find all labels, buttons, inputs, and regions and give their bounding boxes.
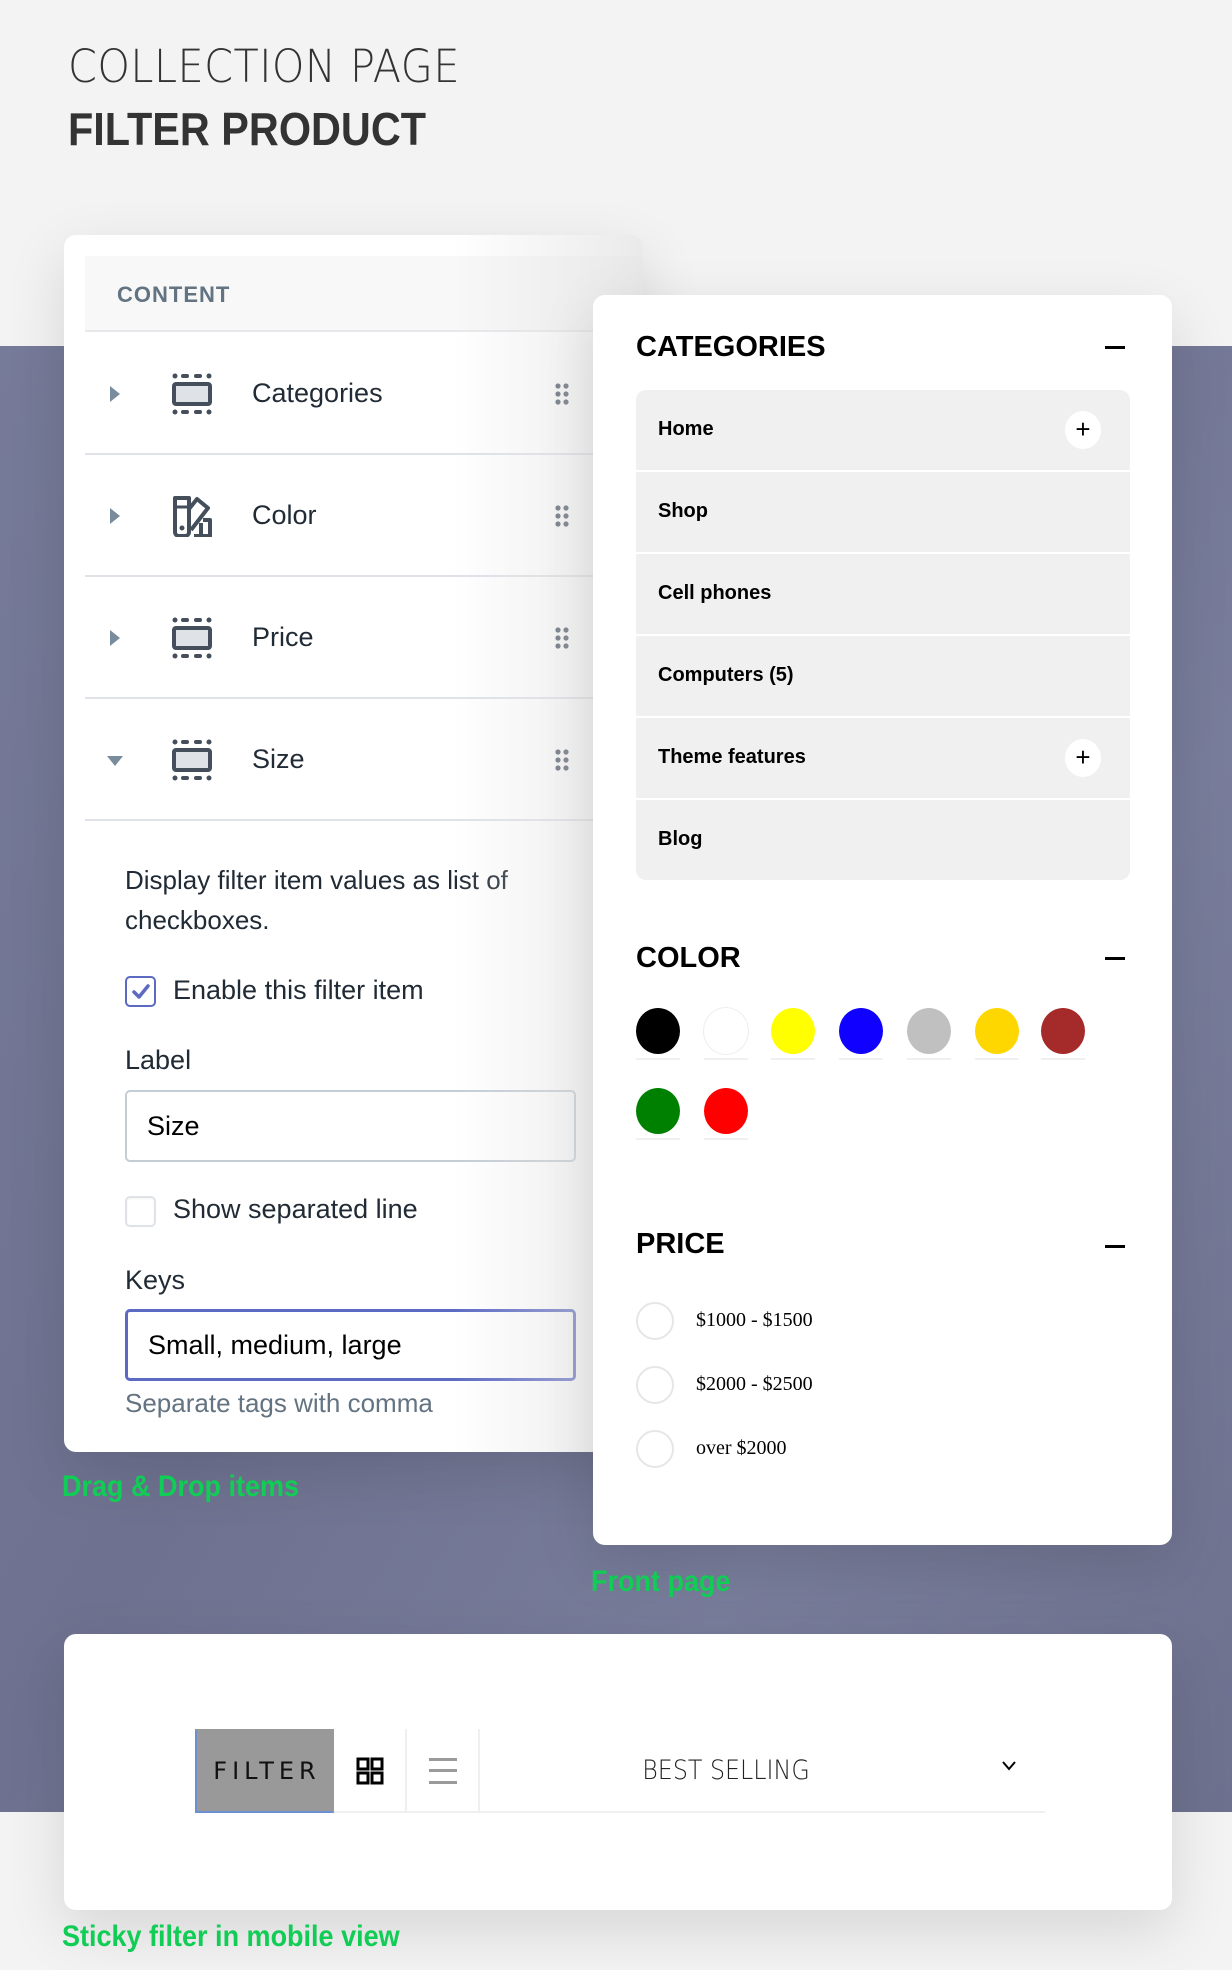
category-name: Shop bbox=[658, 500, 708, 522]
price-option-label: $2000 - $2500 bbox=[696, 1373, 813, 1395]
chevron-down-icon bbox=[1002, 1761, 1016, 1771]
checkmark-icon bbox=[132, 984, 150, 999]
color-swatch-blue[interactable] bbox=[839, 1008, 883, 1054]
list-view-button[interactable] bbox=[407, 1729, 480, 1813]
enable-filter-checkbox[interactable] bbox=[125, 976, 156, 1007]
category-name: Cell phones bbox=[658, 582, 772, 604]
page-title-bold: FILTER PRODUCT bbox=[68, 103, 427, 155]
content-section-label: CONTENT bbox=[117, 282, 231, 307]
swatch-underline bbox=[975, 1058, 1019, 1060]
section-block-icon bbox=[172, 617, 212, 659]
color-swatch-gold[interactable] bbox=[975, 1008, 1019, 1054]
drag-drop-caption: Drag & Drop items bbox=[62, 1470, 300, 1503]
list-view-icon bbox=[429, 1758, 457, 1784]
swatch-underline bbox=[704, 1058, 748, 1060]
category-name: Theme features bbox=[658, 746, 806, 768]
sort-selected-value: BEST SELLING bbox=[642, 1755, 810, 1786]
filter-item-color[interactable]: Color bbox=[85, 455, 643, 577]
page-title-light: COLLECTION PAGE bbox=[68, 40, 460, 93]
section-block-icon bbox=[172, 373, 212, 415]
category-item-shop[interactable]: Shop bbox=[636, 472, 1130, 552]
swatch-underline bbox=[907, 1058, 951, 1060]
caret-right-icon[interactable] bbox=[110, 508, 120, 524]
color-title: COLOR bbox=[636, 942, 741, 974]
separated-line-checkbox[interactable] bbox=[125, 1196, 156, 1227]
swatch-underline bbox=[636, 1138, 680, 1140]
grid-view-icon bbox=[356, 1757, 384, 1785]
filter-item-size[interactable]: Size bbox=[85, 699, 643, 821]
enable-filter-label[interactable]: Enable this filter item bbox=[173, 975, 424, 1006]
expand-plus-icon[interactable]: + bbox=[1065, 739, 1101, 777]
caret-right-icon[interactable] bbox=[110, 630, 120, 646]
caret-down-icon[interactable] bbox=[107, 756, 123, 766]
price-option-label: $1000 - $1500 bbox=[696, 1309, 813, 1331]
color-swatch-red[interactable] bbox=[704, 1088, 748, 1134]
collapse-categories-icon[interactable] bbox=[1105, 346, 1125, 349]
filter-item-label: Color bbox=[252, 500, 317, 530]
drag-handle-icon[interactable] bbox=[555, 627, 569, 649]
swatch-underline bbox=[771, 1058, 815, 1060]
keys-input[interactable] bbox=[125, 1309, 576, 1381]
category-item-cell-phones[interactable]: Cell phones bbox=[636, 554, 1130, 634]
swatch-underline bbox=[704, 1138, 748, 1140]
price-title: PRICE bbox=[636, 1228, 725, 1260]
color-swatch-silver[interactable] bbox=[907, 1008, 951, 1054]
radio-button[interactable] bbox=[636, 1430, 674, 1468]
caret-right-icon[interactable] bbox=[110, 386, 120, 402]
color-palette-icon bbox=[173, 496, 212, 537]
color-swatch-green[interactable] bbox=[636, 1088, 680, 1134]
swatch-underline bbox=[1041, 1058, 1085, 1060]
swatch-underline bbox=[839, 1058, 883, 1060]
price-option-label: over $2000 bbox=[696, 1437, 787, 1459]
content-section-header: CONTENT bbox=[85, 256, 643, 332]
label-field-label: Label bbox=[125, 1045, 192, 1075]
collapse-color-icon[interactable] bbox=[1105, 957, 1125, 960]
color-swatch-white[interactable] bbox=[704, 1008, 748, 1054]
drag-handle-icon[interactable] bbox=[555, 749, 569, 771]
category-name: Home bbox=[658, 418, 714, 440]
keys-field-label: Keys bbox=[125, 1265, 186, 1295]
color-swatch-brown[interactable] bbox=[1041, 1008, 1085, 1054]
separated-line-label[interactable]: Show separated line bbox=[173, 1194, 418, 1225]
category-item-computers[interactable]: Computers (5) bbox=[636, 636, 1130, 716]
category-item-theme-features[interactable]: Theme features + bbox=[636, 718, 1130, 798]
filter-item-categories[interactable]: Categories bbox=[85, 333, 643, 455]
front-filter-panel: CATEGORIES Home + Shop Cell phones Compu… bbox=[593, 295, 1172, 1545]
filter-button[interactable]: FILTER bbox=[195, 1729, 334, 1813]
filter-item-price[interactable]: Price bbox=[85, 577, 643, 699]
filter-item-label: Price bbox=[252, 622, 314, 652]
section-block-icon bbox=[172, 739, 212, 781]
color-swatch-black[interactable] bbox=[636, 1008, 680, 1054]
category-name: Blog bbox=[658, 828, 703, 850]
expand-plus-icon[interactable]: + bbox=[1065, 411, 1101, 449]
drag-handle-icon[interactable] bbox=[555, 383, 569, 405]
category-item-home[interactable]: Home + bbox=[636, 390, 1130, 470]
radio-button[interactable] bbox=[636, 1366, 674, 1404]
categories-title: CATEGORIES bbox=[636, 331, 826, 363]
category-item-blog[interactable]: Blog bbox=[636, 800, 1130, 880]
filter-item-label: Categories bbox=[252, 378, 383, 408]
filter-item-label: Size bbox=[252, 744, 305, 774]
front-page-caption: Front page bbox=[591, 1565, 731, 1598]
categories-list: Home + Shop Cell phones Computers (5) Th… bbox=[636, 390, 1130, 880]
swatch-underline bbox=[636, 1058, 680, 1060]
category-name: Computers (5) bbox=[658, 664, 794, 686]
collapse-price-icon[interactable] bbox=[1105, 1245, 1125, 1248]
radio-button[interactable] bbox=[636, 1302, 674, 1340]
sticky-filter-toolbar: FILTER BEST SELLING bbox=[195, 1729, 1045, 1813]
filter-description: Display filter item values as list of ch… bbox=[125, 865, 508, 935]
label-input[interactable] bbox=[125, 1090, 576, 1162]
sort-by-select[interactable]: BEST SELLING bbox=[516, 1729, 1045, 1813]
mobile-caption: Sticky filter in mobile view bbox=[62, 1920, 400, 1953]
drag-handle-icon[interactable] bbox=[555, 505, 569, 527]
color-swatch-yellow[interactable] bbox=[771, 1008, 815, 1054]
grid-view-button[interactable] bbox=[334, 1729, 407, 1813]
mobile-sticky-filter-card: FILTER BEST SELLING bbox=[64, 1634, 1172, 1910]
keys-help-text: Separate tags with comma bbox=[125, 1388, 433, 1418]
admin-panel: CONTENT Categories Color Price Size Disp… bbox=[64, 235, 643, 1452]
